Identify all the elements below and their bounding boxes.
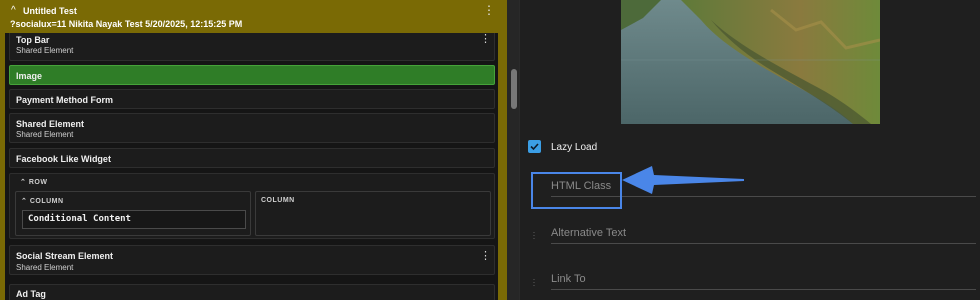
item-meta: Shared Element	[16, 130, 74, 139]
more-vert-icon[interactable]: ⋮	[483, 4, 495, 16]
item-name: Top Bar	[16, 35, 50, 45]
item-name: Shared Element	[16, 119, 85, 129]
list-item-shared-element[interactable]: Shared Element Shared Element	[9, 113, 495, 143]
settings-panel: Lazy Load HTML Class · · · Alternative Tex…	[520, 0, 980, 300]
alternative-text-placeholder: Alternative Text	[551, 227, 627, 239]
drag-handle-icon[interactable]: · · ·	[532, 275, 536, 290]
column-2[interactable]: COLUMN	[255, 191, 491, 236]
item-name: Ad Tag	[16, 289, 46, 299]
more-vert-icon[interactable]: ⋮	[480, 251, 491, 262]
conditional-content-block[interactable]: Conditional Content	[22, 210, 246, 229]
test-title: Untitled Test	[23, 6, 77, 16]
test-header[interactable]: ^ Untitled Test ?socialux=11 Nikita Naya…	[0, 0, 507, 33]
list-item-top-bar[interactable]: Top Bar Shared Element ⋮	[9, 33, 495, 61]
link-to-placeholder: Link To	[551, 273, 586, 285]
chevron-up-icon[interactable]: ^	[11, 5, 16, 16]
item-meta: Shared Element	[16, 263, 74, 272]
test-subtitle: ?socialux=11 Nikita Nayak Test 5/20/2025…	[10, 19, 243, 29]
element-list: Top Bar Shared Element ⋮ Image Payment M…	[5, 33, 498, 300]
list-item-facebook-like-widget[interactable]: Facebook Like Widget	[9, 148, 495, 168]
check-icon	[530, 143, 539, 151]
item-name: Payment Method Form	[16, 95, 114, 105]
lazy-load-checkbox[interactable]	[528, 140, 541, 153]
conditional-content-label: Conditional Content	[28, 214, 131, 224]
item-meta: Shared Element	[16, 46, 74, 55]
list-item-payment-method-form[interactable]: Payment Method Form	[9, 89, 495, 109]
tree-panel: ^ Untitled Test ?socialux=11 Nikita Naya…	[0, 0, 507, 300]
row-label: ⌃ ROW	[20, 179, 48, 186]
drag-handle-icon[interactable]: · · ·	[532, 228, 536, 243]
column-label: COLUMN	[261, 197, 295, 204]
lazy-load-label: Lazy Load	[551, 142, 598, 153]
image-preview	[621, 0, 880, 124]
annotation-highlight-box	[531, 172, 622, 209]
alternative-text-field[interactable]: Alternative Text	[551, 222, 976, 244]
list-item-ad-tag[interactable]: Ad Tag	[9, 284, 495, 300]
more-vert-icon[interactable]: ⋮	[480, 34, 491, 45]
row-container[interactable]: ⌃ ROW ⌃ COLUMN Conditional Content COLUM…	[9, 173, 495, 239]
item-name: Image	[16, 71, 43, 81]
row-label-text: ROW	[28, 179, 48, 186]
column-1[interactable]: ⌃ COLUMN Conditional Content	[15, 191, 251, 236]
column-label-text: COLUMN	[29, 198, 64, 205]
scrollbar-track[interactable]	[507, 0, 519, 300]
landscape-image	[621, 0, 880, 124]
list-item-social-stream-element[interactable]: Social Stream Element Shared Element ⋮	[9, 245, 495, 275]
item-name: Facebook Like Widget	[16, 154, 111, 164]
scrollbar-thumb[interactable]	[511, 69, 517, 109]
list-item-image[interactable]: Image	[9, 65, 495, 85]
column-label: ⌃ COLUMN	[21, 198, 64, 205]
item-name: Social Stream Element	[16, 251, 114, 261]
arrow-left-icon	[622, 166, 744, 194]
link-to-field[interactable]: Link To	[551, 268, 976, 290]
